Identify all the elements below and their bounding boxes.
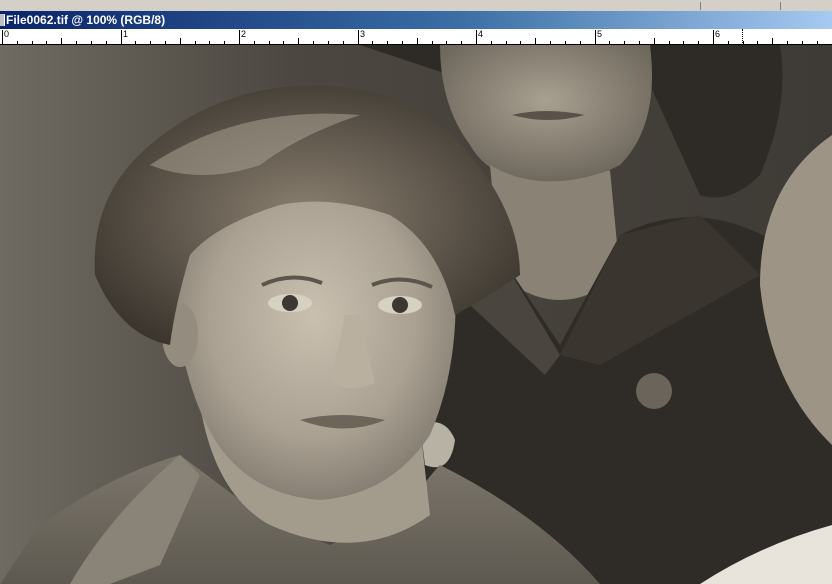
ruler-tick [802, 41, 803, 44]
ruler-tick [372, 41, 373, 44]
dress-button [636, 373, 672, 409]
ruler-tick [239, 30, 240, 44]
ruler-tick [728, 41, 729, 44]
ruler-tick [106, 41, 107, 44]
right-iris [392, 297, 408, 313]
ruler-tick [32, 41, 33, 44]
ruler-tick [446, 41, 447, 44]
ruler-tick [195, 41, 196, 44]
ruler-tick [387, 41, 388, 44]
horizontal-ruler[interactable]: 01234567 [0, 29, 832, 45]
ruler-tick [91, 41, 92, 44]
ruler-tick [313, 41, 314, 44]
ruler-label: 2 [241, 29, 247, 39]
ruler-tick [224, 41, 225, 44]
ruler-tick [432, 41, 433, 44]
ruler-tick [2, 30, 3, 44]
ruler-tick [254, 41, 255, 44]
image-canvas[interactable] [0, 45, 832, 584]
toolbar-separator [780, 2, 781, 10]
ruler-label: 3 [360, 29, 366, 39]
ruler-tick [298, 38, 299, 44]
ruler-tick [609, 41, 610, 44]
ruler-guide-marker [742, 29, 744, 44]
ruler-tick [328, 41, 329, 44]
ruler-tick [757, 41, 758, 44]
document-icon[interactable] [0, 14, 5, 26]
ruler-tick [476, 30, 477, 44]
ruler-tick [417, 38, 418, 44]
ruler-tick [165, 41, 166, 44]
ruler-tick [135, 41, 136, 44]
document-title-bar[interactable]: File0062.tif @ 100% (RGB/8) [0, 11, 832, 29]
document-title: File0062.tif @ 100% (RGB/8) [6, 13, 166, 27]
ruler-tick [491, 41, 492, 44]
ruler-tick [46, 41, 47, 44]
ruler-tick [535, 38, 536, 44]
ruler-tick [698, 41, 699, 44]
ruler-tick [269, 41, 270, 44]
ruler-tick [787, 41, 788, 44]
ruler-label: 4 [478, 29, 484, 39]
ruler-tick [683, 41, 684, 44]
ruler-tick [17, 41, 18, 44]
photo-image [0, 45, 832, 584]
ruler-tick [595, 30, 596, 44]
ruler-tick [61, 38, 62, 44]
ruler-tick [76, 41, 77, 44]
ruler-tick [580, 41, 581, 44]
ruler-tick [550, 41, 551, 44]
ruler-tick [654, 38, 655, 44]
ruler-tick [343, 41, 344, 44]
left-iris [282, 295, 298, 311]
ruler-tick [772, 38, 773, 44]
ruler-tick [461, 41, 462, 44]
ruler-tick [150, 41, 151, 44]
toolbar-separator [700, 2, 701, 10]
ruler-tick [121, 30, 122, 44]
ruler-tick [402, 41, 403, 44]
ruler-label: 5 [597, 29, 603, 39]
ruler-tick [506, 41, 507, 44]
ruler-tick [283, 41, 284, 44]
ruler-tick [565, 41, 566, 44]
ruler-label: 1 [123, 29, 129, 39]
ruler-tick [520, 41, 521, 44]
ruler-tick [209, 41, 210, 44]
ruler-tick [639, 41, 640, 44]
ruler-label: 6 [715, 29, 721, 39]
ruler-label: 0 [4, 29, 10, 39]
ruler-tick [358, 30, 359, 44]
ruler-tick [180, 38, 181, 44]
ruler-tick [624, 41, 625, 44]
ruler-tick [669, 41, 670, 44]
ruler-tick [817, 41, 818, 44]
ruler-tick [713, 30, 714, 44]
